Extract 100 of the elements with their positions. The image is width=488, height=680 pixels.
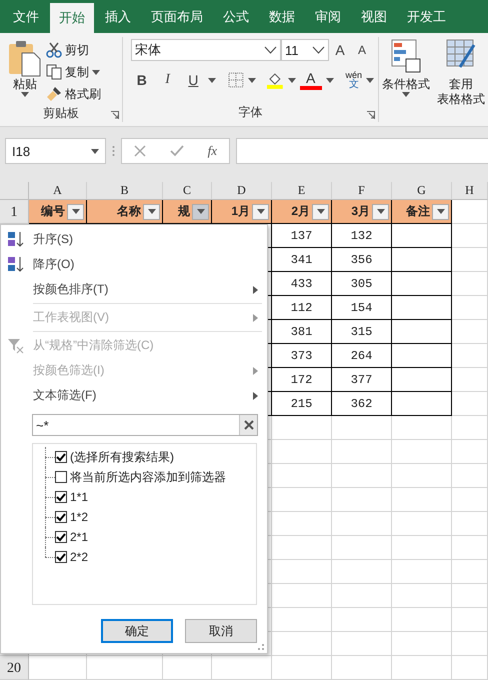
column-header[interactable]: E — [272, 182, 332, 200]
table-cell: 373 — [272, 344, 332, 368]
checkbox[interactable] — [55, 451, 67, 463]
ribbon-tab[interactable]: 插入 — [96, 0, 140, 33]
conditional-format-button[interactable]: 条件格式 — [379, 37, 433, 97]
grow-font-button[interactable]: A — [329, 39, 351, 61]
filter-dropdown-button[interactable] — [372, 204, 389, 220]
bold-button[interactable]: B — [131, 69, 153, 91]
ok-button[interactable]: 确定 — [101, 619, 173, 643]
filter-dropdown-button[interactable] — [143, 204, 160, 220]
table-cell — [452, 632, 488, 656]
ribbon-tab[interactable]: 公式 — [214, 0, 258, 33]
caret-icon — [436, 209, 444, 214]
table-cell: 备注 — [406, 203, 430, 220]
table-cell: 433 — [272, 272, 332, 296]
table-cell — [452, 392, 488, 416]
table-cell — [332, 512, 392, 536]
column-header[interactable]: D — [212, 182, 272, 200]
table-cell — [452, 344, 488, 368]
caret-icon — [402, 92, 410, 97]
filter-dropdown-button[interactable] — [192, 204, 209, 220]
table-cell: 362 — [332, 392, 392, 416]
column-header[interactable]: C — [163, 182, 212, 200]
underline-button[interactable]: U — [182, 69, 204, 91]
dialog-launcher-icon[interactable] — [367, 111, 375, 119]
ribbon-tab[interactable]: 开发工 — [398, 0, 455, 33]
filter-dropdown-button[interactable] — [67, 204, 84, 220]
font-color-button[interactable]: A — [300, 70, 322, 90]
menu-item[interactable]: 降序(O) — [3, 252, 262, 277]
shrink-font-button[interactable]: A — [351, 39, 373, 61]
row-header[interactable]: 20 — [0, 656, 29, 680]
table-cell: 3月 — [351, 203, 370, 220]
filter-dropdown-button[interactable] — [252, 204, 269, 220]
cancel-button[interactable]: 取消 — [185, 619, 257, 643]
table-cell — [452, 224, 488, 248]
resize-grip-icon[interactable] — [257, 643, 265, 651]
clipboard-icon — [8, 39, 42, 77]
formula-input[interactable] — [236, 138, 488, 164]
menu-item[interactable]: 按颜色排序(T) — [3, 277, 262, 302]
clear-search-button[interactable] — [239, 415, 257, 435]
dialog-launcher-icon[interactable] — [111, 111, 119, 119]
paste-button[interactable]: 粘贴 — [4, 39, 46, 105]
checkbox-label[interactable]: 1*1 — [70, 490, 88, 504]
filter-dropdown-button[interactable] — [312, 204, 329, 220]
table-cell: 名称 — [117, 203, 141, 220]
table-cell — [332, 488, 392, 512]
fill-color-icon — [266, 71, 284, 89]
checkbox[interactable] — [55, 471, 67, 483]
checkbox-label[interactable]: 1*2 — [70, 510, 88, 524]
table-cell — [332, 416, 392, 440]
checkbox-label[interactable]: 2*1 — [70, 530, 88, 544]
phonetic-button[interactable]: wén 文 — [346, 70, 362, 90]
checkbox-label[interactable]: 2*2 — [70, 550, 88, 564]
table-cell: 377 — [332, 368, 392, 392]
checkbox[interactable] — [55, 551, 67, 563]
copy-button[interactable]: 复制 — [46, 61, 101, 83]
table-cell — [392, 272, 452, 296]
table-cell — [272, 416, 332, 440]
table-cell: 215 — [272, 392, 332, 416]
ribbon-tab[interactable]: 视图 — [352, 0, 396, 33]
font-name-field[interactable]: 宋体 — [131, 39, 281, 61]
filter-dropdown-button[interactable] — [432, 204, 449, 220]
format-as-table-button[interactable]: 套用 表格格式 — [433, 37, 488, 107]
checkbox[interactable] — [55, 491, 67, 503]
row-header[interactable]: 1 — [0, 200, 29, 224]
table-cell — [332, 536, 392, 560]
table-cell — [452, 296, 488, 320]
table-cell — [332, 656, 392, 680]
column-header[interactable]: B — [87, 182, 163, 200]
italic-button[interactable]: I — [156, 69, 178, 91]
ribbon-tab[interactable]: 数据 — [260, 0, 304, 33]
search-field[interactable]: ~* — [32, 414, 258, 436]
copy-icon — [46, 64, 62, 80]
format-painter-button[interactable]: 格式刷 — [46, 83, 101, 105]
check-icon[interactable] — [170, 145, 184, 157]
font-size-field[interactable]: 11 — [281, 39, 329, 61]
menu-item[interactable]: 文本筛选(F) — [3, 383, 262, 408]
ribbon-tab[interactable]: 文件 — [4, 0, 48, 33]
checkbox[interactable] — [55, 531, 67, 543]
table-cell — [452, 200, 488, 224]
cut-button[interactable]: 剪切 — [46, 39, 101, 61]
dropdown-icon[interactable] — [312, 46, 325, 54]
table-cell — [452, 440, 488, 464]
dropdown-icon[interactable] — [264, 46, 277, 54]
column-header[interactable]: G — [392, 182, 452, 200]
checkbox-label[interactable]: (选择所有搜索结果) — [70, 448, 174, 466]
ribbon-tab[interactable]: 页面布局 — [142, 0, 212, 33]
column-header[interactable]: A — [29, 182, 87, 200]
insert-function-button[interactable]: fx — [208, 143, 218, 159]
close-icon — [244, 420, 254, 430]
table-cell — [29, 656, 87, 680]
ribbon-tab[interactable]: 开始 — [50, 3, 94, 33]
checkbox-label[interactable]: 将当前所选内容添加到筛选器 — [70, 468, 226, 486]
name-box[interactable]: I18 — [5, 138, 106, 164]
ribbon-tab[interactable]: 审阅 — [306, 0, 350, 33]
column-header[interactable]: H — [452, 182, 488, 200]
checkbox[interactable] — [55, 511, 67, 523]
menu-item[interactable]: 升序(S) — [3, 227, 262, 252]
column-header[interactable]: F — [332, 182, 392, 200]
table-cell: 154 — [332, 296, 392, 320]
